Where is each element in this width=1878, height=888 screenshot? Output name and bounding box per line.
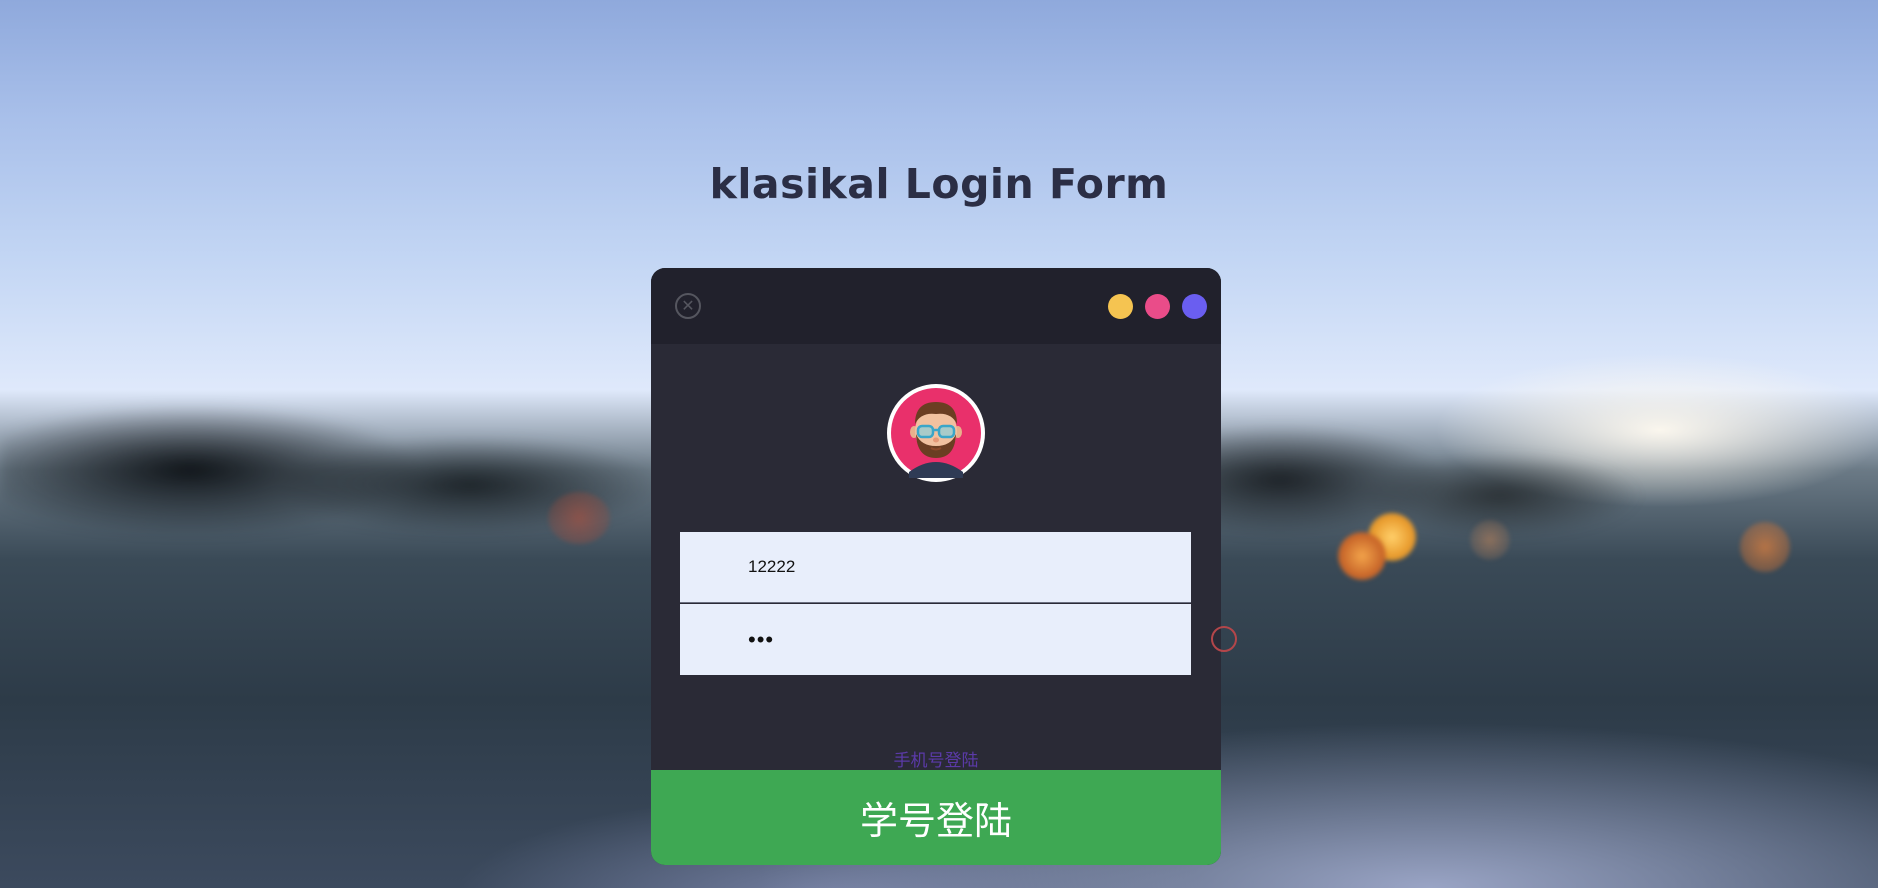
phone-login-link[interactable]: 手机号登陆 <box>651 746 1221 771</box>
window-dot-yellow[interactable] <box>1108 294 1133 319</box>
username-field-wrap <box>680 532 1191 603</box>
bokeh-light <box>1740 522 1790 572</box>
avatar <box>887 384 985 482</box>
login-card: ✕ 12222 ••• 手机号登陆 学号登陆 <box>651 268 1221 865</box>
avatar-icon <box>891 388 981 478</box>
username-input[interactable] <box>680 532 1191 602</box>
bokeh-light <box>548 492 610 544</box>
student-id-login-button[interactable]: 学号登陆 <box>651 770 1221 865</box>
bokeh-light <box>1470 520 1510 560</box>
card-header: ✕ <box>651 268 1221 344</box>
window-dot-purple[interactable] <box>1182 294 1207 319</box>
bokeh-light <box>1338 532 1386 580</box>
password-field-wrap <box>680 604 1191 675</box>
close-icon[interactable]: ✕ <box>675 293 701 319</box>
password-input[interactable] <box>680 604 1191 675</box>
page-title: klasikal Login Form <box>709 160 1169 208</box>
password-toggle-ring[interactable] <box>1211 626 1237 652</box>
window-dot-pink[interactable] <box>1145 294 1170 319</box>
